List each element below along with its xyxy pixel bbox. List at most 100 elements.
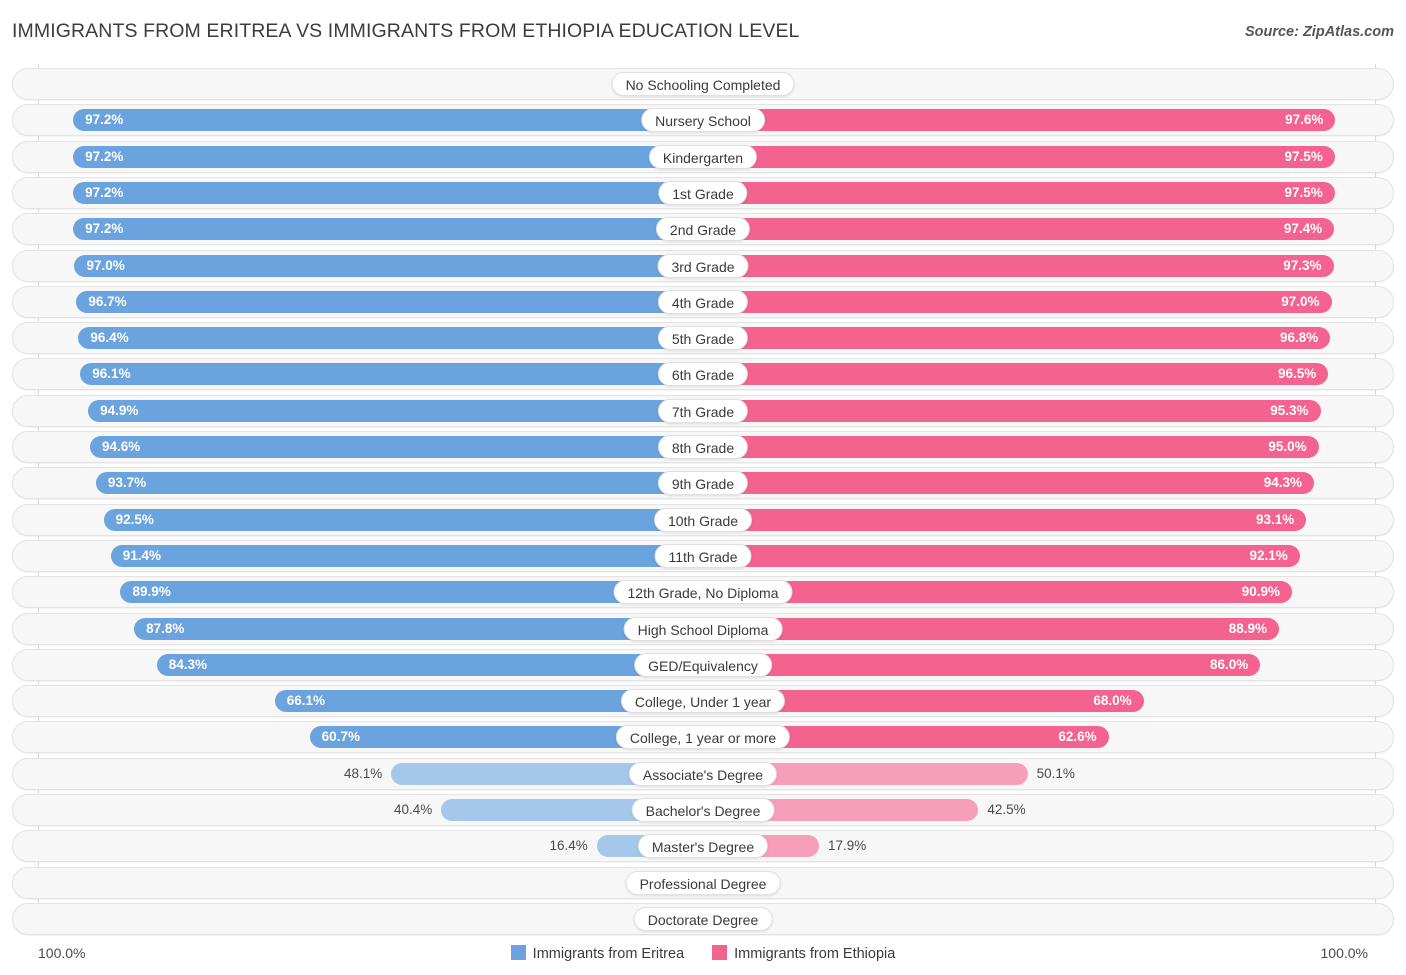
category-label: Master's Degree (637, 834, 769, 859)
category-label: Doctorate Degree (633, 906, 773, 931)
table-row: 2.8%2.5%No Schooling Completed (12, 68, 1394, 100)
bar-value-label: 86.0% (1209, 656, 1249, 672)
legend-swatch-icon (712, 945, 728, 960)
table-row: 4.8%5.3%Professional Degree (12, 866, 1394, 899)
chart-page: IMMIGRANTS FROM ERITREA VS IMMIGRANTS FR… (0, 0, 1406, 975)
table-row: 92.5% 93.1% 10th Grade (12, 503, 1394, 536)
table-row: 2.1%2.4%Doctorate Degree (12, 902, 1394, 935)
category-label: 11th Grade (654, 543, 752, 568)
category-label: 9th Grade (657, 471, 749, 496)
bar-value-label: 50.1% (1036, 765, 1075, 781)
category-label: 7th Grade (657, 398, 749, 423)
bar-left-immigrants-from-eritrea: 91.4% (110, 544, 703, 567)
bar-value-label: 89.9% (132, 584, 171, 600)
bar-left-immigrants-from-eritrea: 96.1% (80, 363, 703, 386)
table-row: 16.4% 17.9% Master's Degree (12, 830, 1394, 863)
bar-value-label: 62.6% (1058, 729, 1097, 745)
bar-left-immigrants-from-eritrea: 87.8% (134, 617, 703, 640)
bar-right-immigrants-from-ethiopia: 92.1% (703, 544, 1300, 567)
category-label: College, 1 year or more (615, 725, 791, 750)
table-row: 97.2% 97.5% Kindergarten (12, 140, 1394, 173)
bar-value-label: 94.6% (102, 439, 141, 454)
bar-value-label: 92.1% (1249, 547, 1288, 563)
bar-value-label: 88.9% (1228, 620, 1268, 636)
bar-value-label: 16.4% (549, 838, 588, 854)
category-label: Professional Degree (625, 870, 781, 895)
category-label: 4th Grade (657, 289, 749, 314)
bar-right-immigrants-from-ethiopia: 96.8% (703, 327, 1331, 350)
bar-value-label: 94.3% (1263, 475, 1303, 491)
bar-value-label: 95.3% (1270, 402, 1309, 418)
bar-left-immigrants-from-eritrea: 97.2% (73, 181, 703, 204)
category-label: Bachelor's Degree (631, 798, 775, 822)
bar-value-label: 97.5% (1284, 148, 1323, 164)
category-label: Nursery School (641, 108, 765, 133)
bar-value-label: 93.1% (1256, 511, 1295, 527)
bar-value-label: 96.7% (88, 293, 127, 309)
bar-value-label: 96.8% (1279, 330, 1319, 346)
bar-left-immigrants-from-eritrea: 93.7% (95, 472, 703, 495)
bar-value-label: 68.0% (1093, 693, 1132, 709)
bar-left-immigrants-from-eritrea: 97.2% (73, 218, 703, 241)
bar-right-immigrants-from-ethiopia: 94.3% (703, 472, 1315, 495)
bar-value-label: 97.2% (85, 112, 124, 128)
category-label: 8th Grade (657, 435, 749, 459)
table-row: 97.2% 97.5% 1st Grade (12, 176, 1394, 209)
legend-swatch-icon (510, 945, 526, 960)
legend-item-1[interactable]: Immigrants from Ethiopia (712, 945, 895, 963)
chart-legend: Immigrants from Eritrea Immigrants from E… (0, 945, 1406, 963)
table-row: 91.4% 92.1% 11th Grade (12, 539, 1394, 572)
category-label: 1st Grade (658, 180, 748, 205)
table-row: 60.7% 62.6% College, 1 year or more (12, 721, 1394, 754)
chart-header: IMMIGRANTS FROM ERITREA VS IMMIGRANTS FR… (0, 0, 1406, 58)
category-label: No Schooling Completed (611, 72, 795, 96)
legend-label: Immigrants from Ethiopia (734, 946, 896, 962)
bar-left-immigrants-from-eritrea: 94.9% (88, 399, 703, 422)
bar-value-label: 96.1% (92, 366, 131, 382)
bar-left-immigrants-from-eritrea: 94.6% (90, 436, 703, 458)
table-row: 94.9% 95.3% 7th Grade (12, 394, 1394, 427)
category-label: GED/Equivalency (634, 652, 772, 677)
table-row: 40.4% 42.5% Bachelor's Degree (12, 794, 1394, 826)
bar-value-label: 90.9% (1241, 584, 1281, 600)
bar-right-immigrants-from-ethiopia: 97.0% (703, 290, 1332, 313)
category-label: 10th Grade (653, 507, 753, 532)
bar-value-label: 97.3% (1283, 257, 1322, 273)
table-row: 84.3% 86.0% GED/Equivalency (12, 648, 1394, 681)
bar-value-label: 87.8% (146, 620, 185, 636)
bar-value-label: 97.5% (1284, 184, 1323, 200)
bar-left-immigrants-from-eritrea: 84.3% (156, 653, 703, 676)
legend-item-0[interactable]: Immigrants from Eritrea (510, 945, 685, 963)
table-row: 93.7% 94.3% 9th Grade (12, 467, 1394, 500)
category-label: 6th Grade (657, 362, 749, 387)
bar-value-label: 97.2% (85, 148, 124, 164)
bar-value-label: 96.5% (1278, 366, 1317, 382)
category-label: 12th Grade, No Diploma (613, 580, 793, 605)
bar-value-label: 97.4% (1283, 221, 1323, 237)
bar-value-label: 42.5% (987, 802, 1026, 817)
bar-left-immigrants-from-eritrea: 97.2% (73, 109, 703, 132)
bar-left-immigrants-from-eritrea: 92.5% (103, 508, 703, 531)
bar-left-immigrants-from-eritrea: 97.0% (74, 254, 703, 277)
bar-value-label: 95.0% (1268, 439, 1307, 454)
table-row: 97.2% 97.4% 2nd Grade (12, 213, 1394, 246)
table-row: 48.1% 50.1% Associate's Degree (12, 757, 1394, 790)
category-label: 3rd Grade (657, 253, 749, 278)
bar-value-label: 48.1% (344, 765, 383, 781)
bar-right-immigrants-from-ethiopia: 95.3% (703, 399, 1321, 422)
bar-value-label: 97.2% (85, 221, 124, 237)
category-label: High School Diploma (623, 616, 783, 641)
category-label: College, Under 1 year (620, 689, 786, 714)
table-row: 87.8% 88.9% High School Diploma (12, 612, 1394, 645)
table-row: 94.6% 95.0% 8th Grade (12, 431, 1394, 463)
bar-right-immigrants-from-ethiopia: 93.1% (703, 508, 1307, 531)
bar-left-immigrants-from-eritrea: 96.7% (76, 290, 703, 313)
bar-value-label: 97.2% (85, 184, 124, 200)
category-label: 2nd Grade (655, 217, 751, 242)
bar-right-immigrants-from-ethiopia: 97.3% (703, 254, 1334, 277)
bar-value-label: 94.9% (100, 402, 139, 418)
bar-right-immigrants-from-ethiopia: 86.0% (703, 653, 1261, 676)
legend-label: Immigrants from Eritrea (532, 946, 685, 962)
table-row: 96.1% 96.5% 6th Grade (12, 358, 1394, 391)
diverging-bar-chart: 2.8%2.5%No Schooling Completed 97.2% 97.6%… (0, 58, 1406, 938)
